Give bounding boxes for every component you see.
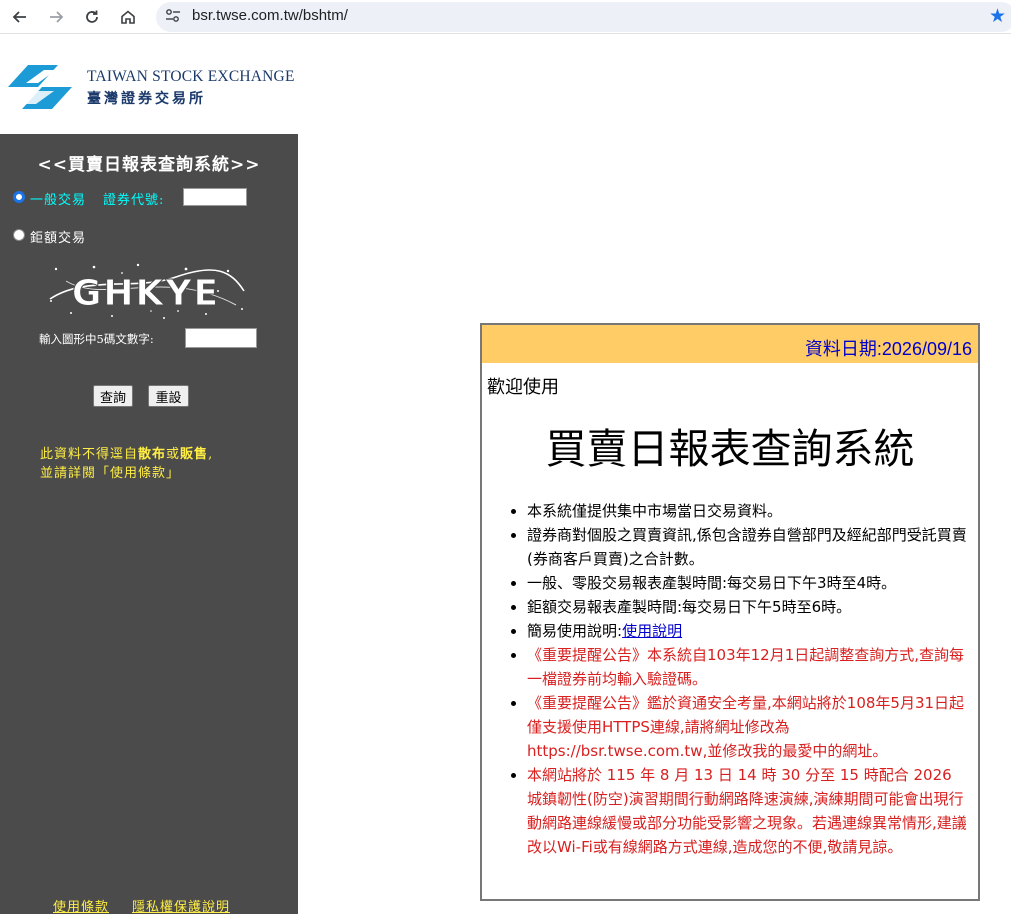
list-item: 證券商對個股之買賣資訊,係包含證券自營部門及經紀部門受託買賣(券商客戶買賣)之合… <box>511 523 967 571</box>
panel-header: 資料日期:2026/09/16 <box>482 325 978 363</box>
site-info-icon[interactable] <box>164 7 182 29</box>
arrow-left-icon <box>12 11 26 23</box>
bookmark-star-icon[interactable]: ★ <box>989 5 1006 27</box>
radio-general-label: 一般交易 <box>30 193 87 208</box>
captcha-text: GHKYE <box>72 273 220 314</box>
browser-toolbar: bsr.twse.com.tw/bshtm/ ★ <box>0 0 1011 34</box>
captcha-image: GHKYE <box>46 261 248 323</box>
home-button[interactable] <box>116 5 140 29</box>
usage-guide-link[interactable]: 使用說明 <box>622 622 682 640</box>
sidebar-title: <<買賣日報表查詢系統>> <box>37 155 261 175</box>
logo-chinese: 臺灣證券交易所 <box>87 91 206 107</box>
list-item: 本網站將於 115 年 8 月 13 日 14 時 30 分至 15 時配合 2… <box>511 763 967 859</box>
list-item: 一般、零股交易報表產製時間:每交易日下午3時至4時。 <box>511 571 967 595</box>
welcome-text: 歡迎使用 <box>487 377 559 398</box>
home-icon <box>121 10 135 24</box>
forward-button[interactable] <box>44 5 68 29</box>
data-date: 資料日期:2026/09/16 <box>804 339 972 359</box>
captcha-label: 輸入圖形中5碼文數字: <box>39 332 154 346</box>
page-title: 買賣日報表查詢系統 <box>545 425 915 473</box>
list-item: 簡易使用說明:使用說明 <box>511 619 967 643</box>
reset-button[interactable]: 重設 <box>148 385 189 407</box>
usage-notice: 此資料不得逕自散布或販售, 並請詳閱「使用條款」 <box>40 447 214 481</box>
list-item: 《重要提醒公告》鑑於資通安全考量,本網站將於108年5月31日起僅支援使用HTT… <box>511 691 967 763</box>
list-item: 鉅額交易報表產製時間:每交易日下午5時至6時。 <box>511 595 967 619</box>
list-item: 本系統僅提供集中市場當日交易資料。 <box>511 499 967 523</box>
privacy-policy-link[interactable]: 隱私權保護說明 <box>132 896 230 915</box>
arrow-right-icon <box>50 11 64 23</box>
terms-of-use-link[interactable]: 使用條款 <box>53 896 109 915</box>
reload-icon <box>86 10 98 23</box>
list-item: 《重要提醒公告》本系統自103年12月1日起調整查詢方式,查詢每一檔證券前均輸入… <box>511 643 967 691</box>
reload-button[interactable] <box>80 5 104 29</box>
radio-block-label: 鉅額交易 <box>30 231 87 246</box>
info-list: 本系統僅提供集中市場當日交易資料。 證券商對個股之買賣資訊,係包含證券自營部門及… <box>511 499 967 859</box>
stock-code-label: 證券代號: <box>103 193 165 208</box>
radio-general-trade[interactable] <box>13 191 25 203</box>
query-button[interactable]: 查詢 <box>93 385 133 407</box>
stock-code-input[interactable] <box>183 188 247 206</box>
back-button[interactable] <box>8 5 32 29</box>
query-sidebar: <<買賣日報表查詢系統>> 一般交易 證券代號: 鉅額交易 GHKYE 輸入圖形… <box>0 134 298 915</box>
twse-logo-icon <box>8 62 72 116</box>
radio-block-trade[interactable] <box>13 229 25 241</box>
welcome-panel: 資料日期:2026/09/16 歡迎使用 買賣日報表查詢系統 本系統僅提供集中市… <box>480 323 980 901</box>
captcha-input[interactable] <box>185 328 257 348</box>
logo-english: TAIWAN STOCK EXCHANGE <box>87 68 295 85</box>
url-text[interactable]: bsr.twse.com.tw/bshtm/ <box>192 7 348 24</box>
